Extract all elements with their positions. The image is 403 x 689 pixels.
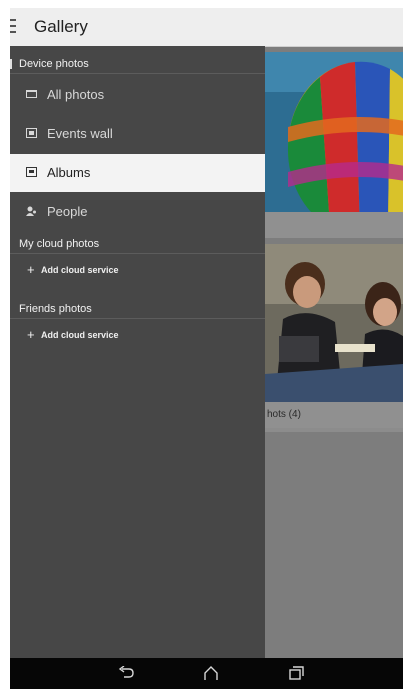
drawer-item-people[interactable]: People — [10, 193, 265, 231]
navigation-drawer: Device photos All photos Events wall Alb… — [10, 46, 265, 658]
drawer-item-label: All photos — [47, 87, 105, 102]
section-my-cloud-photos: My cloud photos — [10, 234, 265, 254]
section-device-photos: Device photos — [10, 54, 265, 74]
album-card[interactable] — [265, 52, 403, 238]
plus-icon: + — [27, 327, 35, 342]
students-thumbnail — [265, 244, 403, 402]
add-cloud-label: Add cloud service — [41, 330, 119, 340]
back-icon[interactable] — [111, 658, 141, 689]
add-cloud-label: Add cloud service — [41, 265, 119, 275]
drawer-item-label: Albums — [47, 165, 91, 180]
section-label: Device photos — [19, 58, 89, 70]
people-icon — [26, 206, 36, 216]
app-title: Gallery — [34, 17, 88, 36]
section-friends-photos: Friends photos — [10, 299, 265, 319]
recents-icon[interactable] — [281, 658, 311, 689]
album-card[interactable]: hots (4) — [265, 244, 403, 432]
gallery-screen: hots (4) Gallery Device photos All photo… — [10, 8, 403, 689]
drawer-menu-icon[interactable] — [10, 19, 20, 35]
photos-icon — [26, 90, 37, 98]
drawer-item-events-wall[interactable]: Events wall — [10, 115, 265, 153]
action-bar: Gallery — [10, 8, 403, 47]
events-wall-icon — [26, 128, 37, 138]
plus-icon: + — [27, 262, 35, 277]
add-cloud-service-button[interactable]: + Add cloud service — [10, 257, 265, 283]
section-label: My cloud photos — [19, 238, 100, 250]
drawer-item-all-photos[interactable]: All photos — [10, 76, 265, 114]
section-marker — [10, 59, 12, 69]
balloon-thumbnail — [265, 52, 403, 212]
section-label: Friends photos — [19, 303, 92, 315]
drawer-item-label: Events wall — [47, 126, 113, 141]
system-nav-bar — [10, 658, 403, 689]
drawer-item-label: People — [47, 204, 88, 219]
album-caption: hots (4) — [265, 402, 403, 428]
drawer-item-albums[interactable]: Albums — [10, 154, 265, 192]
add-friends-cloud-service-button[interactable]: + Add cloud service — [10, 322, 265, 348]
albums-icon — [26, 167, 37, 177]
album-caption-bar — [265, 212, 403, 238]
home-icon[interactable] — [196, 658, 226, 689]
